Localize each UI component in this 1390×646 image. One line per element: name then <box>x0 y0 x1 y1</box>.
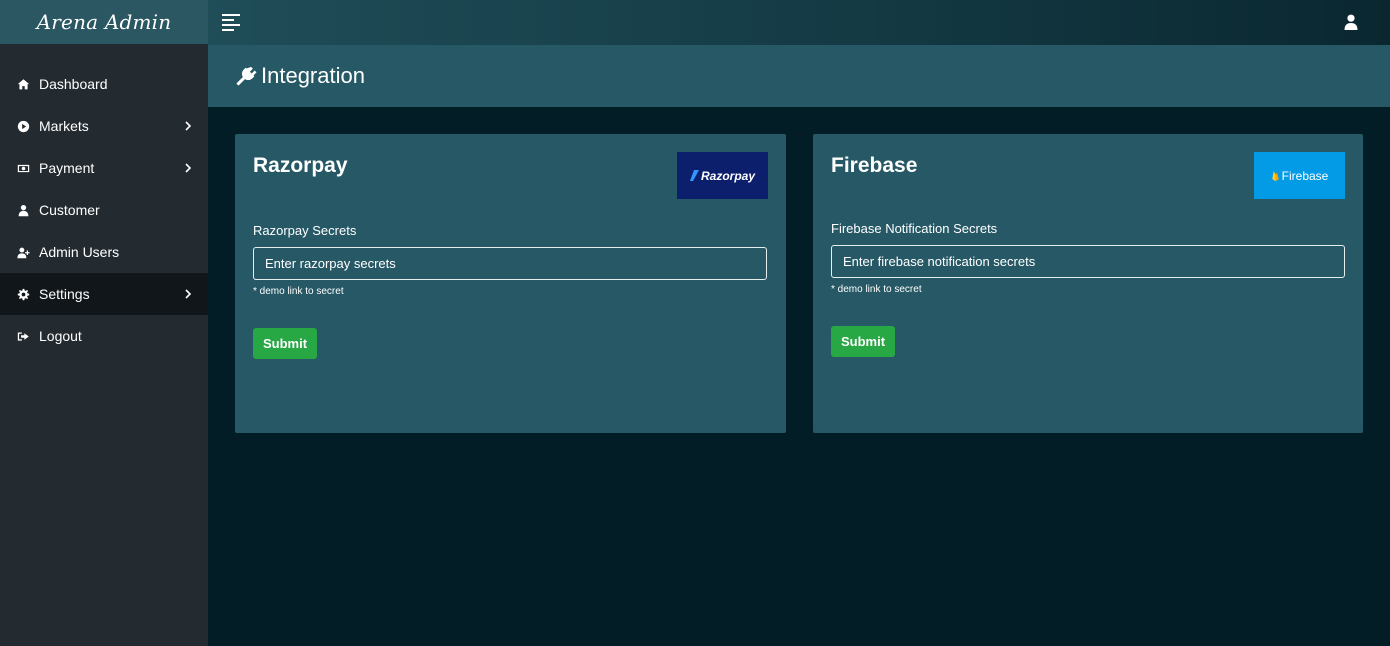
firebase-card-title: Firebase <box>831 154 918 177</box>
sidebar-item-payment[interactable]: Payment <box>0 147 208 189</box>
razorpay-logo-text: Razorpay <box>700 168 756 183</box>
sidebar-item-label: Payment <box>39 160 95 176</box>
firebase-logo-text: Firebase <box>1281 168 1329 183</box>
firebase-card: Firebase Firebase Firebase Notification … <box>813 134 1363 433</box>
sidebar-nav: Dashboard Markets Payment Customer Admin… <box>0 63 208 357</box>
sidebar-item-customer[interactable]: Customer <box>0 189 208 231</box>
sidebar-item-label: Markets <box>39 118 89 134</box>
user-account-icon[interactable] <box>1344 14 1358 30</box>
sidebar: Arena Admin Dashboard Markets Payment Cu… <box>0 0 208 646</box>
firebase-secrets-input[interactable] <box>831 245 1345 278</box>
sidebar-item-markets[interactable]: Markets <box>0 105 208 147</box>
play-circle-icon <box>15 118 31 134</box>
chevron-right-icon <box>184 120 194 132</box>
chevron-right-icon <box>184 288 194 300</box>
page-title: Integration <box>261 63 365 88</box>
page-header: Integration <box>208 45 1390 107</box>
sidebar-item-label: Customer <box>39 202 100 218</box>
razorpay-secrets-input[interactable] <box>253 247 767 280</box>
plug-icon <box>235 65 257 87</box>
sidebar-item-label: Admin Users <box>39 244 120 260</box>
chevron-right-icon <box>184 162 194 174</box>
sidebar-item-label: Logout <box>39 328 82 344</box>
sidebar-item-settings[interactable]: Settings <box>0 273 208 315</box>
firebase-submit-button[interactable]: Submit <box>831 326 895 357</box>
user-icon <box>15 202 31 218</box>
home-icon <box>15 76 31 92</box>
sidebar-item-logout[interactable]: Logout <box>0 315 208 357</box>
gear-icon <box>15 286 31 302</box>
firebase-secrets-label: Firebase Notification Secrets <box>831 221 998 236</box>
sidebar-item-label: Dashboard <box>39 76 108 92</box>
sign-out-icon <box>15 328 31 344</box>
razorpay-submit-button[interactable]: Submit <box>253 328 317 359</box>
razorpay-logo: Razorpay <box>677 152 768 199</box>
brand-logo[interactable]: Arena Admin <box>0 0 208 44</box>
sidebar-item-label: Settings <box>39 286 90 302</box>
firebase-demo-link-hint[interactable]: * demo link to secret <box>831 284 922 295</box>
razorpay-mark-icon <box>689 170 699 181</box>
menu-toggle-icon[interactable] <box>222 14 240 31</box>
firebase-flame-icon <box>1271 170 1279 181</box>
razorpay-secrets-label: Razorpay Secrets <box>253 223 357 238</box>
money-icon <box>15 160 31 176</box>
sidebar-item-admin-users[interactable]: Admin Users <box>0 231 208 273</box>
razorpay-demo-link-hint[interactable]: * demo link to secret <box>253 286 344 297</box>
razorpay-card: Razorpay Razorpay Razorpay Secrets * dem… <box>235 134 786 433</box>
user-plus-icon <box>15 244 31 260</box>
firebase-logo: Firebase <box>1254 152 1345 199</box>
sidebar-item-dashboard[interactable]: Dashboard <box>0 63 208 105</box>
top-navbar <box>208 0 1390 45</box>
razorpay-card-title: Razorpay <box>253 154 348 177</box>
